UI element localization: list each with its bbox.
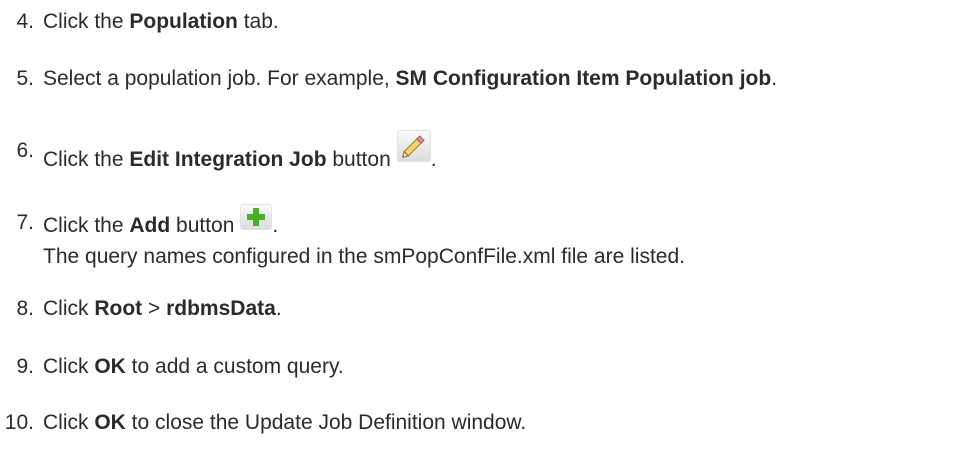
ui-term: Population xyxy=(129,10,238,33)
step-text-part: to add a custom query. xyxy=(125,355,344,378)
step-text: Click the Add button. xyxy=(43,204,279,239)
step-number: 10. xyxy=(4,411,34,434)
step-number: 7. xyxy=(16,211,34,234)
step-number: 6. xyxy=(16,139,34,162)
step-text-part: . xyxy=(771,67,778,90)
instruction-steps: 4. Click the Population tab. 5. Select a… xyxy=(0,0,964,450)
step-number: 8. xyxy=(16,297,34,320)
ui-term: Root xyxy=(94,297,143,320)
step-text-part: Click the xyxy=(43,10,130,33)
step-number: 5. xyxy=(16,67,34,90)
step-text: Click OK to close the Update Job Definit… xyxy=(43,410,526,436)
step-text-part: . xyxy=(275,297,282,320)
ui-term: SM Configuration Item Population job xyxy=(395,67,772,90)
step-text-part: Click the xyxy=(43,214,130,237)
step-text-part: . xyxy=(272,214,279,237)
step-text-part: to close the Update Job Definition windo… xyxy=(125,411,527,434)
step-text: Click the Population tab. xyxy=(43,9,279,35)
step-text-part: button xyxy=(326,148,391,171)
step-text: Click Root > rdbmsData. xyxy=(43,296,282,322)
step-number: 4. xyxy=(16,10,34,33)
step-text: Select a population job. For example, SM… xyxy=(43,66,777,92)
step-text-part: Click xyxy=(43,297,95,320)
step-text: Click the Edit Integration Job button. xyxy=(43,130,437,173)
step-text: Click OK to add a custom query. xyxy=(43,354,344,380)
step-text-part: > xyxy=(142,297,167,320)
pencil-icon xyxy=(396,130,431,162)
step-number: 9. xyxy=(16,355,34,378)
step-text-part: Select a population job. For example, xyxy=(43,67,396,90)
step-text-part: tab. xyxy=(237,10,279,33)
ui-term: rdbmsData xyxy=(166,297,276,320)
step-text-part: button xyxy=(170,214,235,237)
step-text-part: Click the xyxy=(43,148,130,171)
ui-term: OK xyxy=(94,411,126,434)
ui-term: Edit Integration Job xyxy=(129,148,327,171)
step-7-note: The query names configured in the smPopC… xyxy=(43,245,685,268)
step-text-part: . xyxy=(430,148,437,171)
ui-term: Add xyxy=(129,214,171,237)
ui-term: OK xyxy=(94,355,126,378)
plus-icon xyxy=(240,204,273,230)
step-text-part: Click xyxy=(43,355,95,378)
step-text-part: Click xyxy=(43,411,95,434)
